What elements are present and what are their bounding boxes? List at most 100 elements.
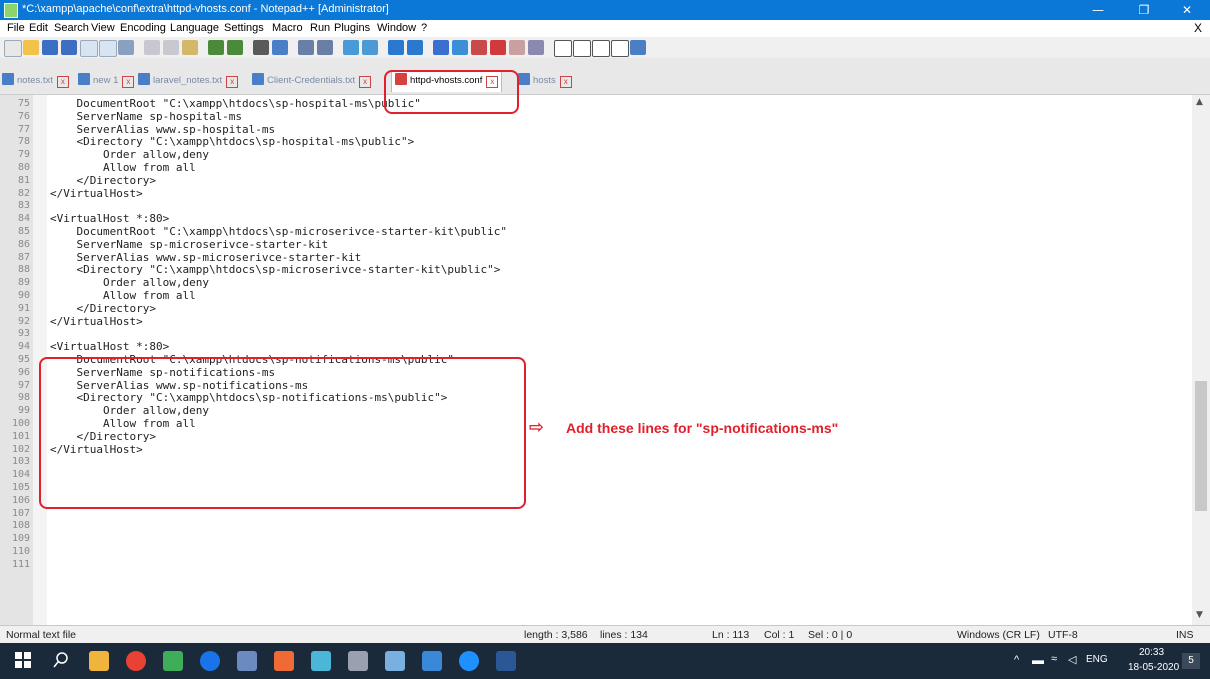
udl-icon[interactable]: [452, 40, 468, 55]
vertical-scrollbar[interactable]: ▲ ▼: [1192, 95, 1210, 625]
stop-macro-icon[interactable]: [573, 40, 591, 57]
word-icon[interactable]: [496, 651, 516, 671]
tab-hosts[interactable]: hosts x: [518, 72, 572, 92]
tab-close-icon[interactable]: x: [559, 76, 572, 88]
code-line[interactable]: ServerName sp-microserivce-starter-kit: [50, 238, 328, 251]
minimize-button[interactable]: —: [1075, 0, 1121, 20]
close-icon[interactable]: [80, 40, 98, 57]
code-line[interactable]: Order allow,deny: [50, 148, 209, 161]
code-line[interactable]: </VirtualHost>: [50, 187, 143, 200]
show-hidden-icons[interactable]: ^: [1014, 654, 1019, 666]
close-document-button[interactable]: X: [1194, 21, 1202, 35]
edge-icon[interactable]: [459, 651, 479, 671]
vs-code-icon[interactable]: [311, 651, 331, 671]
print-icon[interactable]: [118, 40, 134, 55]
code-line[interactable]: </VirtualHost>: [50, 315, 143, 328]
tab-close-icon[interactable]: x: [56, 76, 69, 88]
search-icon[interactable]: [52, 651, 72, 671]
code-line[interactable]: Order allow,deny: [50, 276, 209, 289]
folder-workspace-icon[interactable]: [509, 40, 525, 55]
code-line[interactable]: DocumentRoot "C:\xampp\htdocs\sp-hospita…: [50, 97, 420, 110]
find-icon[interactable]: [253, 40, 269, 55]
save-macro-icon[interactable]: [630, 40, 646, 55]
zoom-in-icon[interactable]: [298, 40, 314, 55]
code-line[interactable]: </Directory>: [50, 174, 155, 187]
save-icon[interactable]: [42, 40, 58, 55]
menu-help[interactable]: ?: [421, 22, 427, 34]
doc-map-icon[interactable]: [471, 40, 487, 55]
menu-file[interactable]: File: [7, 22, 25, 34]
scroll-up-icon[interactable]: ▲: [1196, 97, 1203, 107]
redo-icon[interactable]: [227, 40, 243, 55]
record-macro-icon[interactable]: [554, 40, 572, 57]
tab-notes-txt[interactable]: notes.txt x: [2, 72, 69, 92]
menu-window[interactable]: Window: [377, 22, 416, 34]
chrome-icon[interactable]: [126, 651, 146, 671]
code-line[interactable]: <VirtualHost *:80>: [50, 340, 169, 353]
tab-close-icon[interactable]: x: [122, 76, 135, 88]
zoom-out-icon[interactable]: [317, 40, 333, 55]
xampp-icon[interactable]: [274, 651, 294, 671]
menu-macro[interactable]: Macro: [272, 22, 303, 34]
maps-icon[interactable]: [200, 651, 220, 671]
tab-close-icon[interactable]: x: [359, 76, 372, 88]
menu-language[interactable]: Language: [170, 22, 219, 34]
photos-icon[interactable]: [422, 651, 442, 671]
undo-icon[interactable]: [208, 40, 224, 55]
snipping-tool-icon[interactable]: [385, 651, 405, 671]
indent-guide-icon[interactable]: [433, 40, 449, 55]
paste-icon[interactable]: [182, 40, 198, 55]
close-all-icon[interactable]: [99, 40, 117, 57]
word-wrap-icon[interactable]: [388, 40, 404, 55]
menu-search[interactable]: Search: [54, 22, 89, 34]
monitoring-icon[interactable]: [528, 40, 544, 55]
menu-view[interactable]: View: [91, 22, 115, 34]
sync-h-icon[interactable]: [362, 40, 378, 55]
new-file-icon[interactable]: [4, 40, 22, 57]
code-line[interactable]: ServerAlias www.sp-hospital-ms: [50, 123, 275, 136]
function-list-icon[interactable]: [490, 40, 506, 55]
app-icon[interactable]: [163, 651, 183, 671]
clock-time[interactable]: 20:33: [1139, 647, 1164, 658]
code-line[interactable]: </Directory>: [50, 302, 155, 315]
all-chars-icon[interactable]: [407, 40, 423, 55]
clock-date[interactable]: 18-05-2020: [1128, 662, 1179, 673]
menu-plugins[interactable]: Plugins: [334, 22, 370, 34]
language-indicator[interactable]: ENG: [1086, 654, 1108, 665]
copy-icon[interactable]: [163, 40, 179, 55]
tab-close-icon[interactable]: x: [226, 76, 239, 88]
tab-new-1[interactable]: new 1x: [78, 72, 135, 92]
maximize-button[interactable]: ❐: [1121, 0, 1167, 20]
scroll-down-icon[interactable]: ▼: [1196, 610, 1203, 620]
run-macro-multiple-icon[interactable]: [611, 40, 629, 57]
code-line[interactable]: <VirtualHost *:80>: [50, 212, 169, 225]
open-file-icon[interactable]: [23, 40, 39, 55]
code-line[interactable]: ServerAlias www.sp-microserivce-starter-…: [50, 251, 361, 264]
code-line[interactable]: ServerName sp-hospital-ms: [50, 110, 242, 123]
save-all-icon[interactable]: [61, 40, 77, 55]
wifi-icon[interactable]: ≈: [1051, 653, 1057, 665]
tab-client-credentials-txt[interactable]: Client-Credentials.txt x: [252, 72, 372, 92]
notes-app-icon[interactable]: [237, 651, 257, 671]
code-line[interactable]: DocumentRoot "C:\xampp\htdocs\sp-microse…: [50, 225, 506, 238]
play-macro-icon[interactable]: [592, 40, 610, 57]
file-explorer-icon[interactable]: [89, 651, 109, 671]
code-line[interactable]: Allow from all: [50, 289, 196, 302]
cut-icon[interactable]: [144, 40, 160, 55]
battery-icon[interactable]: ▬: [1032, 653, 1044, 667]
volume-icon[interactable]: ◁: [1068, 653, 1076, 666]
scrollbar-thumb[interactable]: [1195, 381, 1207, 511]
paint-icon[interactable]: [348, 651, 368, 671]
menu-edit[interactable]: Edit: [29, 22, 48, 34]
code-line[interactable]: <Directory "C:\xampp\htdocs\sp-microseri…: [50, 263, 500, 276]
sync-v-icon[interactable]: [343, 40, 359, 55]
code-line[interactable]: <Directory "C:\xampp\htdocs\sp-hospital-…: [50, 135, 414, 148]
code-line[interactable]: Allow from all: [50, 161, 196, 174]
replace-icon[interactable]: [272, 40, 288, 55]
tab-laravel-notes-txt[interactable]: laravel_notes.txt x: [138, 72, 239, 92]
windows-start-icon[interactable]: [14, 651, 34, 671]
close-button[interactable]: ✕: [1164, 0, 1210, 20]
notification-center-icon[interactable]: 5: [1182, 653, 1200, 669]
menu-encoding[interactable]: Encoding: [120, 22, 166, 34]
menu-run[interactable]: Run: [310, 22, 330, 34]
